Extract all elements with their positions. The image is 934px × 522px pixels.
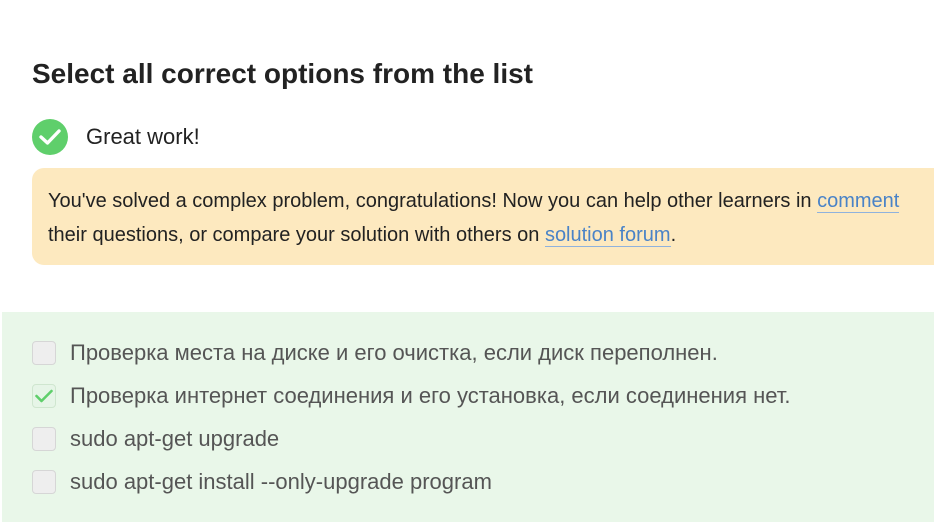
option-item[interactable]: Проверка места на диске и его очистка, е…	[32, 338, 718, 368]
option-label: Проверка интернет соединения и его устан…	[70, 383, 791, 408]
checkmark-icon	[35, 389, 53, 403]
hint-text-1: You've solved a complex problem, congrat…	[48, 190, 818, 212]
option-label: sudo apt-get install --only-upgrade prog…	[70, 469, 492, 494]
options-list: Проверка места на диске и его очистка, е…	[2, 312, 934, 522]
comments-link[interactable]: comment	[817, 190, 900, 213]
option-checkbox[interactable]	[32, 341, 56, 365]
option-item[interactable]: Проверка интернет соединения и его устан…	[32, 381, 791, 411]
option-checkbox[interactable]	[32, 427, 56, 451]
option-item[interactable]: sudo apt-get install --only-upgrade prog…	[32, 467, 492, 497]
feedback-status: Great work!	[32, 119, 200, 155]
hint-line-1: You've solved a complex problem, congrat…	[48, 184, 934, 218]
option-item[interactable]: sudo apt-get upgrade	[32, 424, 279, 454]
page-title: Select all correct options from the list	[32, 58, 534, 89]
hint-text-2: their questions, or compare your solutio…	[48, 224, 545, 246]
option-label: sudo apt-get upgrade	[70, 426, 280, 451]
feedback-hint: You've solved a complex problem, congrat…	[32, 168, 934, 265]
option-label: Проверка места на диске и его очистка, е…	[70, 340, 718, 365]
hint-line-2: their questions, or compare your solutio…	[48, 218, 934, 252]
status-text: Great work!	[86, 124, 200, 149]
option-checkbox[interactable]	[32, 470, 56, 494]
solution-forum-link[interactable]: solution forum	[544, 224, 671, 247]
option-checkbox[interactable]	[32, 384, 56, 408]
hint-text-end: .	[670, 224, 677, 246]
check-circle-icon	[32, 119, 68, 155]
